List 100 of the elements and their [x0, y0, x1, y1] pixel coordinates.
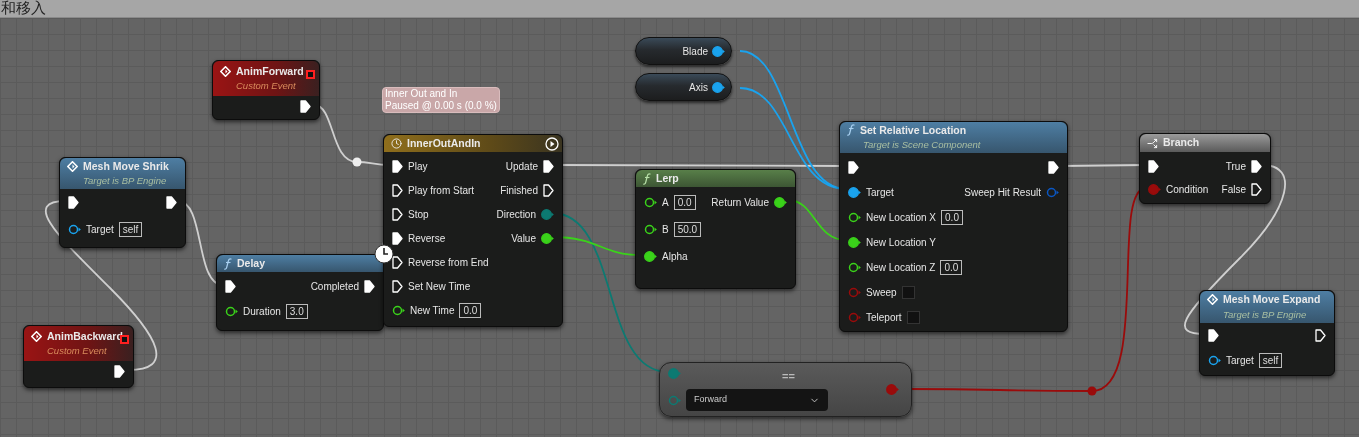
arrow-pin-icon[interactable] — [543, 159, 554, 173]
arrow-pin-icon[interactable] — [392, 231, 403, 245]
delegate-pin-icon[interactable] — [306, 70, 315, 79]
circle-pin-icon[interactable] — [541, 232, 554, 244]
circle-pin-icon[interactable] — [848, 237, 861, 248]
enum-dropdown[interactable]: Forward — [686, 389, 828, 411]
arrow-pin-icon[interactable] — [543, 183, 554, 197]
pin-label: Teleport — [866, 311, 902, 325]
node-title: AnimBackward — [47, 328, 123, 344]
circle-pin-icon[interactable] — [848, 262, 861, 273]
pin-label: Play — [408, 159, 428, 174]
graph-node[interactable]: InnerOutAndIn Play Update Play from Start Finished Stop Direction Reverse Value Reverse from End Set New Time New Time 0.0 — [383, 134, 563, 327]
node-title: Mesh Move Shrik — [83, 158, 169, 174]
status-text: Inner Out and In — [385, 88, 458, 100]
value-field[interactable]: 0.0 — [941, 210, 963, 225]
diamond-icon — [1207, 294, 1218, 306]
pin-label: Play from Start — [408, 183, 475, 198]
reroute-knot[interactable] — [352, 157, 362, 167]
graph-canvas[interactable] — [0, 18, 1359, 437]
circle-pin-icon[interactable] — [712, 81, 725, 93]
graph-node[interactable]: AnimBackward Custom Event — [23, 325, 134, 388]
checkbox[interactable] — [906, 311, 920, 324]
graph-node[interactable]: Set Relative Location Target is Scene Component Target Sweep Hit Result New Location X 0.0 New Location Y New Location Z 0.0 Sweep Teleport — [839, 121, 1068, 332]
pin-label: Return Value — [711, 196, 769, 210]
arrow-pin-icon[interactable] — [1315, 329, 1326, 342]
node-title: InnerOutAndIn — [407, 135, 481, 151]
arrow-pin-icon[interactable] — [392, 183, 403, 197]
arrow-pin-icon[interactable] — [1208, 329, 1219, 342]
graph-title: 和移入 — [0, 0, 46, 17]
circle-pin-icon[interactable] — [644, 197, 657, 208]
diamond-icon — [67, 160, 78, 172]
arrow-pin-icon[interactable] — [68, 196, 79, 209]
pin-label: Set New Time — [408, 279, 471, 294]
value-field[interactable]: self — [1258, 353, 1283, 368]
function-icon — [643, 172, 651, 185]
pin-label: Reverse from End — [408, 255, 489, 270]
variable-node[interactable]: Blade — [635, 37, 732, 65]
checkbox[interactable] — [901, 286, 915, 299]
pin-label: New Location X — [866, 211, 937, 225]
graph-node[interactable]: Branch True Condition False — [1139, 133, 1271, 204]
arrow-pin-icon[interactable] — [848, 161, 859, 174]
graph-node[interactable]: Mesh Move Expand Target is BP Engine Target self — [1199, 290, 1335, 376]
node-title: Delay — [237, 255, 266, 271]
circle-pin-icon[interactable] — [848, 212, 861, 223]
node-title: Branch — [1163, 135, 1200, 151]
pin-label: Direction — [496, 207, 536, 222]
node-subtitle: Custom Event — [47, 344, 108, 359]
value-field[interactable]: 50.0 — [673, 222, 702, 237]
value-field[interactable]: self — [118, 222, 143, 237]
circle-pin-icon[interactable] — [225, 306, 238, 317]
value-field[interactable]: 0.0 — [673, 195, 696, 210]
function-icon — [847, 124, 855, 137]
variable-name: Axis — [689, 80, 708, 95]
arrow-pin-icon[interactable] — [392, 207, 403, 221]
arrow-pin-icon[interactable] — [300, 99, 311, 113]
circle-pin-icon[interactable] — [848, 187, 861, 198]
arrow-pin-icon[interactable] — [364, 280, 375, 293]
node-title: Set Relative Location — [860, 122, 967, 138]
arrow-pin-icon[interactable] — [166, 196, 177, 209]
graph-node[interactable]: AnimForward Custom Event — [212, 60, 320, 120]
pin-label: New Location Y — [866, 236, 936, 250]
arrow-pin-icon[interactable] — [114, 364, 125, 378]
arrow-pin-icon[interactable] — [1148, 160, 1159, 173]
arrow-pin-icon[interactable] — [392, 279, 403, 293]
pin-label: Target — [1226, 354, 1254, 368]
play-icon[interactable] — [545, 136, 559, 151]
graph-node[interactable]: Delay Completed Duration 3.0 — [216, 254, 384, 331]
clock-icon — [391, 138, 402, 149]
circle-pin-icon[interactable] — [712, 45, 725, 57]
circle-pin-icon[interactable] — [1208, 355, 1221, 366]
circle-pin-icon[interactable] — [644, 251, 657, 262]
pin-label: Sweep Hit Result — [964, 186, 1041, 200]
value-field[interactable]: 3.0 — [285, 304, 308, 319]
compare-node[interactable]: Forward == — [659, 362, 912, 417]
arrow-pin-icon[interactable] — [1251, 183, 1262, 196]
pin-label: Alpha — [662, 250, 688, 264]
graph-node[interactable]: Lerp A 0.0 Return Value B 50.0 Alpha — [635, 169, 796, 289]
branch-icon — [1147, 137, 1158, 149]
pin-label: Finished — [500, 183, 538, 198]
variable-node[interactable]: Axis — [635, 73, 732, 101]
status-text: Paused @ 0.00 s (0.0 %) — [385, 100, 497, 112]
circle-pin-icon[interactable] — [392, 304, 405, 316]
circle-pin-icon[interactable] — [644, 224, 657, 235]
variable-name: Blade — [682, 44, 708, 59]
arrow-pin-icon[interactable] — [1251, 160, 1262, 173]
node-subtitle: Target is Scene Component — [863, 138, 982, 153]
value-field[interactable]: 0.0 — [940, 260, 963, 275]
circle-pin-icon[interactable] — [68, 224, 81, 235]
pin-label: Update — [505, 159, 538, 174]
graph-node[interactable]: Mesh Move Shrik Target is BP Engine Target self — [59, 157, 186, 248]
arrow-pin-icon[interactable] — [1048, 161, 1059, 174]
arrow-pin-icon[interactable] — [225, 280, 236, 293]
value-field[interactable]: 0.0 — [459, 302, 482, 318]
circle-pin-icon[interactable] — [774, 197, 787, 208]
arrow-pin-icon[interactable] — [392, 255, 403, 269]
node-title: Lerp — [656, 170, 679, 186]
pin-label: A — [662, 196, 669, 210]
pin-label: Value — [511, 231, 536, 246]
arrow-pin-icon[interactable] — [392, 159, 403, 173]
pin-label: Reverse — [408, 231, 446, 246]
